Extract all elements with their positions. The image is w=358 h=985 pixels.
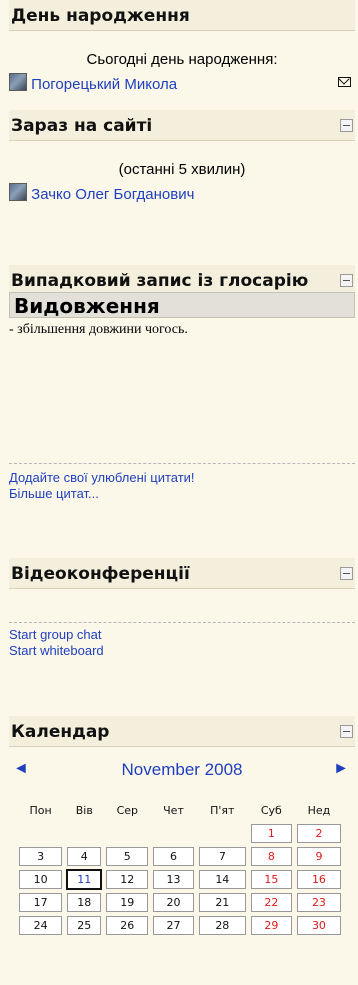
calendar-day[interactable]: 13 (153, 870, 194, 889)
calendar-empty-cell (199, 824, 246, 843)
calendar-day[interactable]: 18 (67, 893, 102, 912)
calendar-day[interactable]: 5 (106, 847, 149, 866)
calendar-day[interactable]: 22 (250, 893, 292, 912)
weekday-label: Суб (260, 803, 282, 817)
birthday-block: День народження Сьогодні день народження… (9, 0, 355, 101)
calendar-empty-cell (106, 824, 148, 843)
calendar-day[interactable]: 3 (19, 847, 63, 866)
calendar-day[interactable]: 28 (198, 916, 246, 935)
birthday-person-link[interactable]: Погорецький Микола (31, 76, 177, 93)
start-whiteboard-link[interactable]: Start whiteboard (9, 643, 104, 659)
calendar-nav: ◄ November 2008 ► (9, 759, 355, 783)
calendar-grid: Пон Вів Сер Чет П'ят Суб Нед 1 2 3 4 5 6 7 8 9 10 11 12 13… (14, 796, 346, 939)
add-quotes-link[interactable]: Додайте свої улюблені цитати! (9, 470, 195, 486)
glossary-title: Випадковий запис із глосарію (11, 271, 309, 291)
weekday-label: Сер (116, 803, 138, 817)
arrow-right-icon[interactable]: ► (333, 760, 349, 778)
calendar-day[interactable]: 20 (153, 893, 194, 912)
calendar-day[interactable]: 9 (296, 847, 341, 866)
sidebar: День народження Сьогодні день народження… (0, 0, 358, 985)
online-period: (останні 5 хвилин) (118, 161, 246, 178)
envelope-icon[interactable] (338, 77, 351, 87)
collapse-icon[interactable] (340, 567, 353, 580)
calendar-empty-cell (153, 824, 194, 843)
glossary-links: Додайте свої улюблені цитати! Більше цит… (9, 470, 195, 502)
birthday-content: Сьогодні день народження: Погорецький Ми… (9, 31, 355, 101)
avatar (9, 183, 27, 201)
calendar-day[interactable]: 1 (250, 824, 292, 843)
calendar-day[interactable]: 23 (296, 893, 341, 912)
calendar-day[interactable]: 17 (19, 893, 63, 912)
online-user-row: Зачко Олег Богданович (9, 183, 194, 203)
start-group-chat-link[interactable]: Start group chat (9, 627, 104, 643)
collapse-icon[interactable] (340, 725, 353, 738)
divider (9, 622, 355, 623)
calendar-day[interactable]: 7 (198, 847, 246, 866)
calendar-week-row: 10 11 12 13 14 15 16 (19, 869, 341, 890)
calendar-block: Календар (9, 716, 355, 747)
online-user-link[interactable]: Зачко Олег Богданович (31, 186, 194, 203)
calendar-title: Календар (11, 722, 110, 742)
calendar-week-row: 17 18 19 20 21 22 23 (19, 893, 341, 912)
calendar-header: Календар (9, 716, 355, 747)
calendar-week-row: 24 25 26 27 28 29 30 (19, 916, 341, 935)
video-header: Відеоконференції (9, 558, 355, 589)
calendar-day[interactable]: 27 (153, 916, 194, 935)
birthday-person-row: Погорецький Микола (9, 73, 177, 93)
calendar-day[interactable]: 14 (198, 870, 246, 889)
weekday-label: П'ят (210, 803, 235, 817)
calendar-week-row: 3456789 (19, 847, 341, 866)
birthday-intro: Сьогодні день народження: (86, 51, 278, 68)
calendar-day[interactable]: 29 (250, 916, 292, 935)
calendar-day[interactable]: 12 (106, 870, 149, 889)
calendar-day[interactable]: 24 (19, 916, 63, 935)
calendar-day[interactable]: 2 (296, 824, 341, 843)
calendar-day[interactable]: 25 (67, 916, 102, 935)
calendar-empty-cell (19, 824, 62, 843)
calendar-week-row: 12 (19, 824, 341, 843)
calendar-day[interactable]: 11 (66, 869, 103, 890)
collapse-icon[interactable] (340, 119, 353, 132)
online-title: Зараз на сайті (11, 116, 153, 136)
calendar-day[interactable]: 19 (106, 893, 149, 912)
birthday-title: День народження (11, 6, 190, 26)
video-block: Відеоконференції (9, 558, 355, 589)
weekday-label: Пон (29, 803, 52, 817)
weekday-label: Чет (163, 803, 184, 817)
collapse-icon[interactable] (340, 274, 353, 287)
glossary-term: Видовження (9, 292, 355, 318)
divider (9, 463, 355, 464)
more-quotes-link[interactable]: Більше цитат... (9, 486, 195, 502)
video-links: Start group chat Start whiteboard (9, 627, 104, 659)
calendar-day[interactable]: 16 (296, 870, 341, 889)
glossary-definition: - збільшення довжини чогось. (9, 322, 188, 337)
online-content: (останні 5 хвилин) Зачко Олег Богданович (9, 141, 355, 221)
calendar-day[interactable]: 6 (153, 847, 194, 866)
calendar-day[interactable]: 21 (198, 893, 246, 912)
calendar-day[interactable]: 4 (67, 847, 102, 866)
calendar-empty-cell (67, 824, 101, 843)
weekday-label: Вів (75, 803, 93, 817)
calendar-day[interactable]: 26 (106, 916, 149, 935)
calendar-day[interactable]: 30 (296, 916, 341, 935)
weekday-label: Нед (307, 803, 331, 817)
birthday-header: День народження (9, 0, 355, 31)
online-block: Зараз на сайті (останні 5 хвилин) Зачко … (9, 110, 355, 221)
video-title: Відеоконференції (11, 564, 190, 584)
calendar-month-link[interactable]: November 2008 (9, 760, 355, 780)
calendar-day[interactable]: 8 (250, 847, 292, 866)
avatar (9, 73, 27, 91)
calendar-day[interactable]: 10 (19, 870, 63, 889)
online-header: Зараз на сайті (9, 110, 355, 141)
calendar-day[interactable]: 15 (250, 870, 292, 889)
